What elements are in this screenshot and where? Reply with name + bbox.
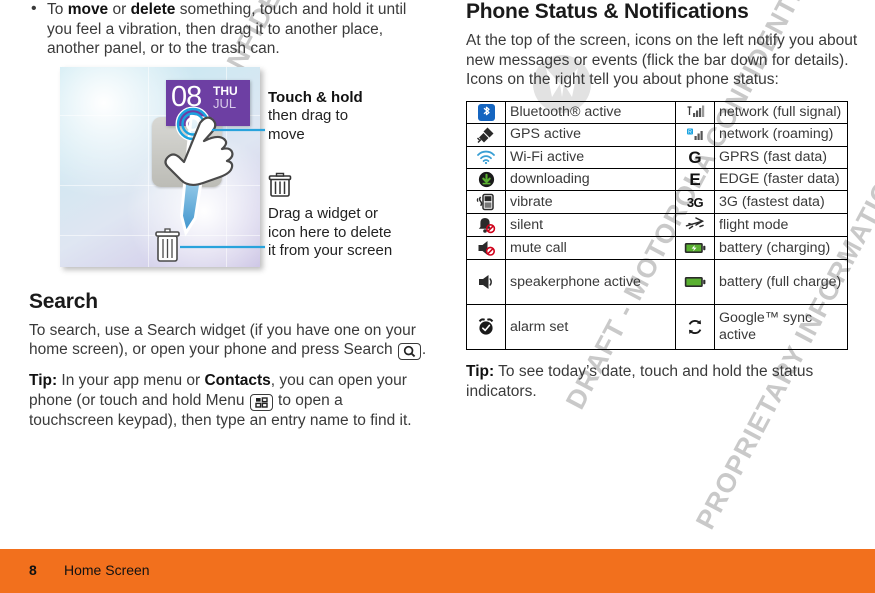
callout-touch-and-hold: Touch & hold then drag to move [268, 89, 388, 145]
mute-call-icon [466, 236, 506, 261]
page-footer: 8 Home Screen [0, 549, 875, 593]
silent-bell-icon [466, 213, 506, 238]
left-column: To move or delete something, touch and h… [29, 0, 429, 441]
menu-key-icon [249, 393, 273, 411]
battery-charging-icon [675, 236, 715, 261]
callout-move-body: then drag to move [268, 107, 349, 143]
table-row: Wi-Fi active G GPRS (fast data) [466, 145, 848, 170]
search-tip-bold-contacts: Contacts [204, 372, 271, 389]
search-paragraph-end: . [421, 341, 427, 358]
status-label: GPRS (fast data) [714, 145, 848, 170]
bullet-text-before: To [47, 1, 68, 18]
trash-can-icon [268, 172, 292, 197]
status-label: network (full signal) [714, 100, 848, 124]
status-label: flight mode [714, 213, 848, 238]
status-label: battery (charging) [714, 236, 848, 261]
callout-delete-body: Drag a widget or icon here to delete it … [268, 205, 393, 259]
vibrate-icon [466, 190, 506, 215]
signal-roaming-icon: R [675, 122, 715, 147]
signal-full-icon [675, 100, 715, 124]
status-label: GPS active [505, 122, 676, 147]
home-screen-illustration: 08 THU JUL Touch & hold then drag to mov… [60, 66, 392, 272]
phone-status-intro: At the top of the screen, icons on the l… [466, 32, 858, 88]
alarm-clock-icon [466, 304, 506, 351]
gps-satellite-icon [466, 122, 506, 147]
search-tip-paragraph: Tip: In your app menu or Contacts, you c… [29, 371, 429, 430]
table-row: silent flight mode [466, 213, 848, 238]
battery-full-icon [675, 259, 715, 306]
gprs-letter: G [688, 147, 702, 167]
status-label: EDGE (faster data) [714, 167, 848, 192]
bullet-text-mid: or [108, 1, 131, 18]
status-label: 3G (fastest data) [714, 190, 848, 215]
download-icon [466, 167, 506, 192]
status-label: downloading [505, 167, 676, 192]
status-label: speakerphone active [505, 259, 676, 306]
table-row: speakerphone active battery (full charge… [466, 259, 848, 306]
move-delete-bullet-list: To move or delete something, touch and h… [29, 0, 429, 59]
status-label: vibrate [505, 190, 676, 215]
status-label: Bluetooth® active [505, 100, 676, 124]
search-tip-label: Tip: [29, 372, 58, 389]
phone-status-heading: Phone Status & Notifications [466, 0, 749, 23]
bullet-move-delete: To move or delete something, touch and h… [29, 0, 429, 59]
table-row: vibrate 3G 3G (fastest data) [466, 190, 848, 215]
status-icons-table: Bluetooth® active network (full signal) … [466, 100, 848, 351]
status-label: alarm set [505, 304, 676, 351]
three-g-icon: 3G [675, 190, 715, 215]
bullet-bold-delete: delete [130, 1, 176, 18]
status-label: Google™ sync active [714, 304, 848, 351]
edge-e-icon: E [675, 167, 715, 192]
status-label: network (roaming) [714, 122, 848, 147]
search-paragraph-text: To search, use a Search widget (if you h… [29, 321, 416, 359]
status-tip-text: To see today’s date, touch and hold the … [466, 363, 814, 400]
status-label: silent [505, 213, 676, 238]
page-number: 8 [29, 562, 37, 578]
flight-mode-icon [675, 213, 715, 238]
table-row: alarm set Google™ sync active [466, 304, 848, 351]
search-section: Search To search, use a Search widget (i… [29, 290, 429, 431]
three-g-letter: 3G [686, 194, 704, 210]
table-row: mute call battery (charging) [466, 236, 848, 261]
gprs-g-icon: G [675, 145, 715, 170]
right-column: Phone Status & Notifications At the top … [466, 0, 858, 412]
status-label: Wi-Fi active [505, 145, 676, 170]
table-row: GPS active R network (roaming) [466, 122, 848, 147]
bluetooth-icon [466, 100, 506, 124]
edge-letter: E [689, 170, 701, 189]
table-row: downloading E EDGE (faster data) [466, 167, 848, 192]
search-paragraph: To search, use a Search widget (if you h… [29, 321, 429, 360]
table-row: Bluetooth® active network (full signal) [466, 100, 848, 124]
callout-drag-to-delete: Drag a widget or icon here to delete it … [268, 172, 393, 261]
search-tip-text-1: In your app menu or [57, 372, 205, 389]
bullet-bold-move: move [67, 1, 109, 18]
status-label: battery (full charge) [714, 259, 848, 306]
search-heading: Search [29, 289, 98, 313]
status-label: mute call [505, 236, 676, 261]
speakerphone-icon [466, 259, 506, 306]
status-tip-paragraph: Tip: To see today’s date, touch and hold… [466, 362, 858, 401]
footer-section-title: Home Screen [64, 562, 150, 578]
manual-page: MOTOROLA CONFIDENTIAL PROPRIETARY INFORM… [0, 0, 875, 593]
wifi-icon [466, 145, 506, 170]
status-tip-label: Tip: [466, 363, 495, 381]
callout-move-heading: Touch & hold [268, 88, 363, 106]
search-key-icon [397, 343, 421, 360]
svg-text:R: R [688, 130, 692, 136]
sync-icon [675, 304, 715, 351]
